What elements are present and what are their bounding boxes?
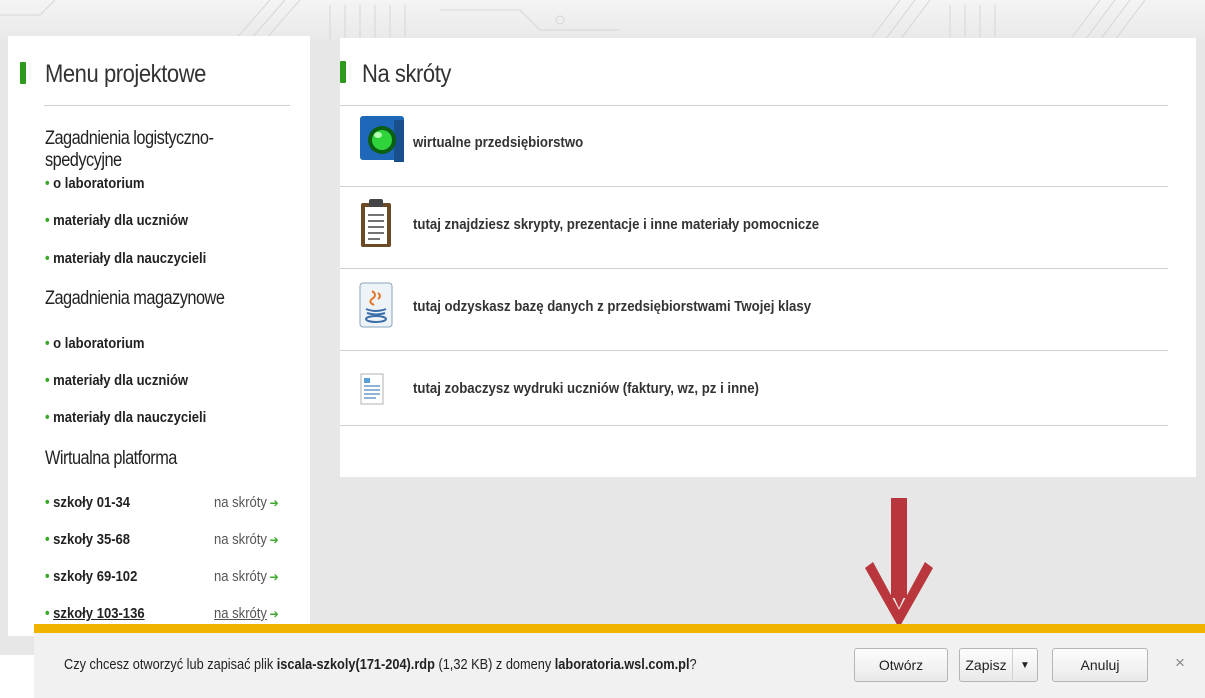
shortcut-database[interactable]: tutaj odzyskasz bazę danych z przedsiębi… [413, 298, 811, 315]
shortcuts-panel: Na skróty wirtualne przedsiębiorstwo tut… [340, 38, 1196, 477]
java-icon[interactable] [358, 281, 396, 331]
school-link-69-102[interactable]: • szkoły 69-102 [45, 569, 137, 585]
row-divider [340, 350, 1168, 351]
download-domain: laboratoria.wsl.com.pl [554, 657, 690, 673]
shortcut-materials[interactable]: tutaj znajdziesz skrypty, prezentacje i … [413, 216, 819, 233]
download-message: Czy chcesz otworzyć lub zapisać plik isc… [64, 657, 697, 673]
sidebar-link-warehouse-teachers[interactable]: • materiały dla nauczycieli [45, 410, 206, 426]
download-filename: iscala-szkoly(171-204).rdp [276, 657, 435, 673]
caret-down-icon: ▼ [1020, 659, 1030, 671]
shortcut-printouts[interactable]: tutaj zobaczysz wydruki uczniów (faktury… [413, 380, 759, 397]
sidebar-title: Menu projektowe [45, 60, 206, 88]
school-link-103-136[interactable]: • szkoły 103-136 [45, 606, 145, 622]
close-icon[interactable]: × [1175, 653, 1185, 673]
arrow-right-icon: ➔ [269, 607, 279, 621]
arrow-right-icon: ➔ [269, 533, 279, 547]
sidebar-link-logistics-students[interactable]: • materiały dla uczniów [45, 213, 188, 229]
section-heading-logistics: Zagadnienia logistyczno-spedycyjne [45, 128, 214, 171]
sidebar-link-warehouse-students[interactable]: • materiały dla uczniów [45, 373, 188, 389]
main-title: Na skróty [362, 60, 451, 88]
shortcut-link-01-34[interactable]: na skróty ➔ [214, 495, 279, 511]
shortcut-link-35-68[interactable]: na skróty ➔ [214, 532, 279, 548]
main-divider [340, 105, 1168, 106]
save-options-dropdown[interactable]: ▼ [1012, 648, 1038, 682]
page-edge [0, 655, 34, 698]
clipboard-icon[interactable] [358, 197, 396, 251]
school-link-35-68[interactable]: • szkoły 35-68 [45, 532, 130, 548]
row-divider [340, 268, 1168, 269]
document-icon[interactable] [358, 372, 388, 412]
school-link-01-34[interactable]: • szkoły 01-34 [45, 495, 130, 511]
shortcut-virtual-enterprise[interactable]: wirtualne przedsiębiorstwo [413, 134, 583, 151]
cancel-button[interactable]: Anuluj [1052, 648, 1148, 682]
shortcut-link-69-102[interactable]: na skróty ➔ [214, 569, 279, 585]
sidebar-link-logistics-lab[interactable]: • o laboratorium [45, 176, 145, 192]
row-divider [340, 425, 1168, 426]
shortcut-link-103-136[interactable]: na skróty ➔ [214, 606, 279, 622]
virtual-enterprise-icon[interactable] [358, 114, 408, 166]
sidebar-title-marker [20, 62, 26, 84]
arrow-right-icon: ➔ [269, 496, 279, 510]
open-button[interactable]: Otwórz [854, 648, 948, 682]
section-heading-warehouse: Zagadnienia magazynowe [45, 288, 225, 309]
sidebar: Menu projektowe Zagadnienia logistyczno-… [8, 36, 310, 636]
arrow-right-icon: ➔ [269, 570, 279, 584]
download-notification-bar: Czy chcesz otworzyć lub zapisać plik isc… [34, 624, 1205, 698]
sidebar-link-warehouse-lab[interactable]: • o laboratorium [45, 336, 145, 352]
save-button[interactable]: Zapisz [959, 648, 1013, 682]
down-arrow-icon [865, 498, 933, 628]
section-heading-platform: Wirtualna platforma [45, 448, 177, 469]
page-header-background [0, 0, 1205, 40]
sidebar-link-logistics-teachers[interactable]: • materiały dla nauczycieli [45, 251, 206, 267]
main-title-marker [340, 61, 346, 83]
row-divider [340, 186, 1168, 187]
sidebar-divider [44, 105, 290, 106]
